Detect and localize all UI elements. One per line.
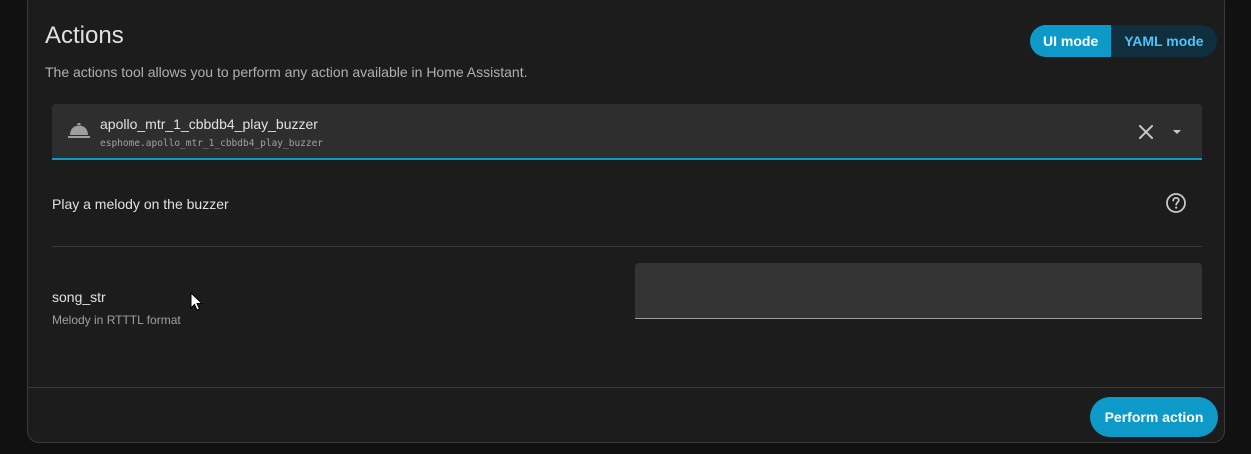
action-picker[interactable]: apollo_mtr_1_cbbdb4_play_buzzer esphome.… xyxy=(52,104,1202,160)
action-description: Play a melody on the buzzer xyxy=(52,196,229,212)
page-subtitle: The actions tool allows you to perform a… xyxy=(45,64,528,80)
action-picker-name: apollo_mtr_1_cbbdb4_play_buzzer xyxy=(100,116,318,132)
close-icon[interactable] xyxy=(1137,123,1155,141)
mode-toggle: UI mode YAML mode xyxy=(1030,25,1217,57)
field-description: Melody in RTTTL format xyxy=(52,313,181,327)
song-str-input[interactable] xyxy=(635,263,1202,319)
mouse-cursor-icon xyxy=(190,292,204,311)
ui-mode-button[interactable]: UI mode xyxy=(1030,25,1112,57)
perform-action-button[interactable]: Perform action xyxy=(1090,397,1218,437)
page-title: Actions xyxy=(45,22,124,49)
footer-divider xyxy=(28,387,1224,388)
field-label: song_str xyxy=(52,289,106,305)
chevron-down-icon[interactable] xyxy=(1171,128,1183,136)
bell-icon xyxy=(68,123,90,138)
actions-card: Actions The actions tool allows you to p… xyxy=(27,0,1225,443)
section-divider xyxy=(52,246,1202,247)
help-icon[interactable] xyxy=(1165,192,1187,214)
yaml-mode-button[interactable]: YAML mode xyxy=(1111,25,1217,57)
action-picker-id: esphome.apollo_mtr_1_cbbdb4_play_buzzer xyxy=(100,138,324,149)
